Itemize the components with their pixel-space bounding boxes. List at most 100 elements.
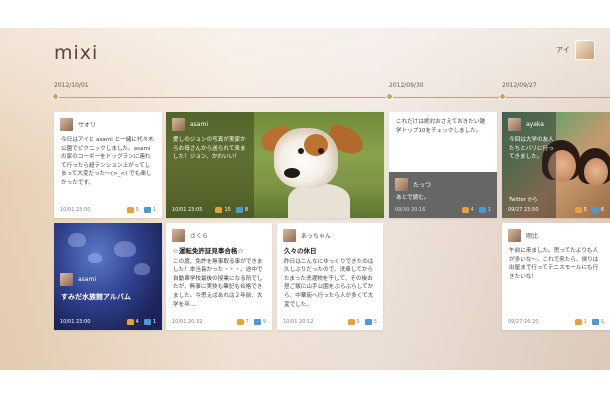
like-button[interactable]: 4 <box>461 207 474 213</box>
comment-bubble-icon <box>364 319 372 325</box>
avatar[interactable] <box>508 229 521 242</box>
app-window: mixi アイ 2012/10/01 2012/09/30 2012/09/27… <box>0 0 610 400</box>
like-hand-icon <box>215 207 223 213</box>
comment-count: 5 <box>373 319 377 325</box>
feed-card-aquarium-album[interactable]: asami すみだ水族館アルバム 10/01 23:00 4 1 <box>54 223 162 330</box>
card-text: 今日はアイと asami と一緒に代々木公園でピクニックしました。asamiの家… <box>61 137 154 186</box>
comment-count: 1 <box>152 319 156 325</box>
like-button[interactable]: 5 <box>126 207 139 213</box>
jellyfish <box>134 263 150 275</box>
feed-card-sakura[interactable]: さくら ☆運転免許証見事合格☆ この度、免許を無事取る事ができました！本当長かっ… <box>166 223 272 330</box>
timestamp: 09/27 16:20 <box>508 319 539 325</box>
timeline-marker[interactable] <box>499 93 506 100</box>
like-count: 7 <box>245 319 249 325</box>
card-text: 昨日はこんなにゆっくりできたのは久しぶりだったので、洗車してからたまった洗濯物を… <box>284 258 374 308</box>
like-count: 4 <box>470 207 474 213</box>
like-count: 5 <box>583 207 587 213</box>
comment-button[interactable]: 8 <box>235 207 248 213</box>
comment-bubble-icon <box>253 319 261 325</box>
card-text: これだけは絶対おさえておきたい雑学トップ10をチェックしました。 <box>396 119 486 134</box>
timeline-marker[interactable] <box>52 93 59 100</box>
timeline-date: 2012/09/30 <box>389 82 424 89</box>
avatar[interactable] <box>172 229 185 242</box>
card-title[interactable]: 久々の休日 <box>284 247 376 256</box>
card-author[interactable]: asami <box>190 121 208 128</box>
card-footer: 10/01 23:05 15 8 <box>172 207 248 213</box>
bottom-margin <box>0 370 610 400</box>
card-footer: 10/01 20:32 7 9 <box>172 319 266 325</box>
feed-card-acchan[interactable]: あっちゃん 久々の休日 昨日はこんなにゆっくりできたのは久しぶりだったので、洗車… <box>277 223 383 330</box>
avatar[interactable] <box>508 118 521 131</box>
comment-button[interactable]: 9 <box>253 319 266 325</box>
feed-card-saori[interactable]: サオリ 今日はアイと asami と一緒に代々木公園でピクニックしました。asa… <box>54 112 162 218</box>
avatar[interactable] <box>172 118 185 131</box>
like-hand-icon <box>461 207 469 213</box>
dog-patch <box>304 134 328 156</box>
user-profile[interactable]: アイ <box>556 40 595 60</box>
comment-button[interactable]: 1 <box>143 207 156 213</box>
card-author[interactable]: サオリ <box>78 120 96 129</box>
card-author[interactable]: asami <box>78 276 96 283</box>
comment-count: 8 <box>244 207 248 213</box>
feed-card-ayaka-photo[interactable]: ayaka 今回は大学の友人たちとバリに行ってきました。 Twitter から … <box>502 112 610 218</box>
like-button[interactable]: 1 <box>574 319 587 325</box>
avatar[interactable] <box>60 273 73 286</box>
avatar[interactable] <box>283 229 296 242</box>
card-author[interactable]: 雨比 <box>526 231 538 240</box>
timeline-bar <box>54 97 610 98</box>
like-button[interactable]: 4 <box>126 319 139 325</box>
like-button[interactable]: 15 <box>215 207 231 213</box>
card-footer: 10/01 20:12 5 5 <box>283 319 377 325</box>
mixi-logo[interactable]: mixi <box>54 42 98 64</box>
comment-bubble-icon <box>478 207 486 213</box>
timeline-marker[interactable] <box>386 93 393 100</box>
feed-card-asami-photo[interactable]: asami 愛しのジョンの写真が実家からお母さんから送られて来ました！ジョン、か… <box>166 112 384 218</box>
avatar[interactable] <box>60 118 73 131</box>
like-button[interactable]: 7 <box>236 319 249 325</box>
card-footer: 10/01 23:00 4 1 <box>60 319 156 325</box>
like-button[interactable]: 5 <box>347 319 360 325</box>
comment-count: 1 <box>152 207 156 213</box>
timestamp: 10/01 23:00 <box>60 319 91 325</box>
comment-bubble-icon <box>235 207 243 213</box>
timeline-date: 2012/09/27 <box>502 82 537 89</box>
card-text-block: 久々の休日 昨日はこんなにゆっくりできたのは久しぶりだったので、洗車してからたま… <box>284 247 376 309</box>
like-hand-icon <box>574 319 582 325</box>
card-header: さくら <box>172 229 208 242</box>
comment-button[interactable]: 6 <box>591 207 604 213</box>
dog-nose <box>284 168 300 178</box>
feed-card-checklist[interactable]: これだけは絶対おさえておきたい雑学トップ10をチェックしました。 たっつ あとで… <box>389 112 497 218</box>
comment-bubble-icon <box>591 207 599 213</box>
card-author[interactable]: あっちゃん <box>301 231 331 240</box>
like-count: 1 <box>583 319 587 325</box>
album-title[interactable]: すみだ水族館アルバム <box>61 293 155 302</box>
jellyfish <box>114 241 136 257</box>
card-text: 愛しのジョンの写真が実家からお母さんから送られて来ました！ジョン、かわいい！ <box>173 137 246 161</box>
avatar[interactable] <box>395 178 408 191</box>
card-header: サオリ <box>60 118 96 131</box>
card-author[interactable]: さくら <box>190 231 208 240</box>
dog-body <box>288 184 350 218</box>
comment-button[interactable]: 1 <box>143 319 156 325</box>
comment-count: 6 <box>600 207 604 213</box>
card-author[interactable]: ayaka <box>526 121 544 128</box>
card-footer: 10/01 23:00 5 1 <box>60 207 156 213</box>
comment-button[interactable]: 1 <box>478 207 491 213</box>
card-header: 雨比 <box>508 229 538 242</box>
comment-button[interactable]: 5 <box>364 319 377 325</box>
card-text-block: ☆運転免許証見事合格☆ この度、免許を無事取る事ができました！本当長かった・・・… <box>173 247 265 309</box>
timestamp: 10/01 23:00 <box>60 207 91 213</box>
comment-button[interactable]: 5 <box>591 319 604 325</box>
feed-card-yumi[interactable]: 雨比 午前に来ました。思ってたよりも人が多いな～。これで来たら、帰りは出屋まで行… <box>502 223 610 330</box>
reply-author[interactable]: たっつ <box>413 180 431 189</box>
jellyfish <box>88 253 102 263</box>
avatar[interactable] <box>574 40 595 60</box>
card-title[interactable]: ☆運転免許証見事合格☆ <box>173 247 265 256</box>
comment-bubble-icon <box>143 319 151 325</box>
like-button[interactable]: 5 <box>574 207 587 213</box>
like-hand-icon <box>347 319 355 325</box>
timestamp: 10/01 23:05 <box>172 207 203 213</box>
card-text: 今回は大学の友人たちとバリに行ってきました。 <box>509 137 554 161</box>
card-footer: 09/30 20:16 4 1 <box>395 207 491 213</box>
timestamp: 09/30 20:16 <box>395 207 426 213</box>
